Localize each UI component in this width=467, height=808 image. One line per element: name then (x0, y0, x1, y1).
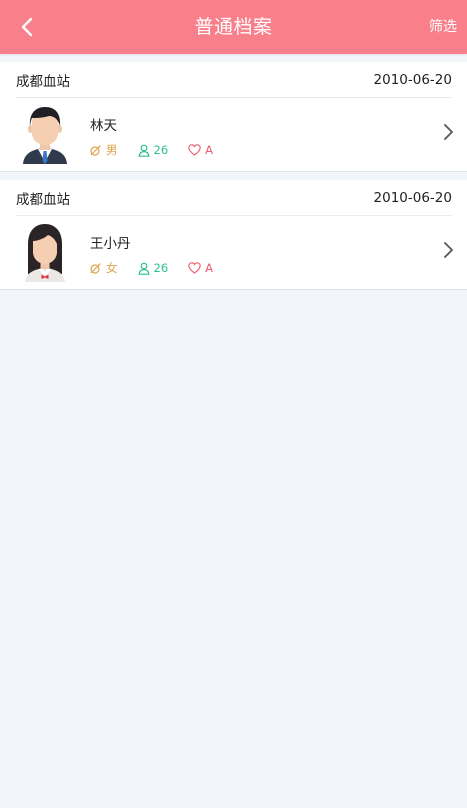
page-title: 普通档案 (194, 16, 273, 38)
record-card: 成都血站 2010-06-20 林天 男 26 A (0, 62, 467, 172)
top-bar: 普通档案 筛选 (0, 0, 467, 54)
gender-text: 男 (106, 143, 118, 157)
person-name: 王小丹 (90, 236, 131, 252)
blood-type-text: A (205, 143, 214, 157)
gender-icon (90, 144, 101, 156)
record-card-header: 成都血站 2010-06-20 (16, 180, 452, 216)
station-name: 成都血站 (16, 73, 70, 90)
record-card: 成都血站 2010-06-20 王小丹 女 26 A (0, 180, 467, 290)
record-list: 成都血站 2010-06-20 林天 男 26 A 成都血站 2010-06-2… (0, 54, 467, 290)
age-text: 26 (153, 143, 169, 157)
male-avatar-icon (23, 107, 67, 164)
gender-tag: 男 (89, 142, 118, 158)
chevron-right-icon (444, 124, 453, 140)
gender-icon (90, 262, 101, 274)
female-avatar-icon (25, 224, 65, 282)
age-tag: 26 (138, 261, 169, 275)
chevron-right-icon (444, 242, 453, 258)
blood-type-tag: A (188, 261, 213, 275)
person-meta: 男 26 A (89, 142, 233, 158)
filter-button[interactable]: 筛选 (429, 0, 457, 54)
heart-icon (188, 144, 201, 156)
age-tag: 26 (138, 143, 169, 157)
person-icon (138, 262, 149, 275)
gender-text: 女 (106, 261, 118, 275)
person-meta: 女 26 A (89, 260, 233, 276)
heart-icon (188, 262, 201, 274)
record-card-header: 成都血站 2010-06-20 (16, 62, 452, 98)
record-date: 2010-06-20 (373, 71, 452, 88)
record-date: 2010-06-20 (373, 189, 452, 206)
gender-tag: 女 (89, 260, 118, 276)
station-name: 成都血站 (16, 191, 70, 208)
record-row[interactable]: 林天 男 26 A (0, 98, 467, 171)
person-name: 林天 (90, 118, 117, 134)
record-row[interactable]: 王小丹 女 26 A (0, 216, 467, 289)
person-icon (138, 144, 149, 157)
blood-type-text: A (205, 261, 214, 275)
age-text: 26 (153, 261, 169, 275)
blood-type-tag: A (188, 143, 213, 157)
